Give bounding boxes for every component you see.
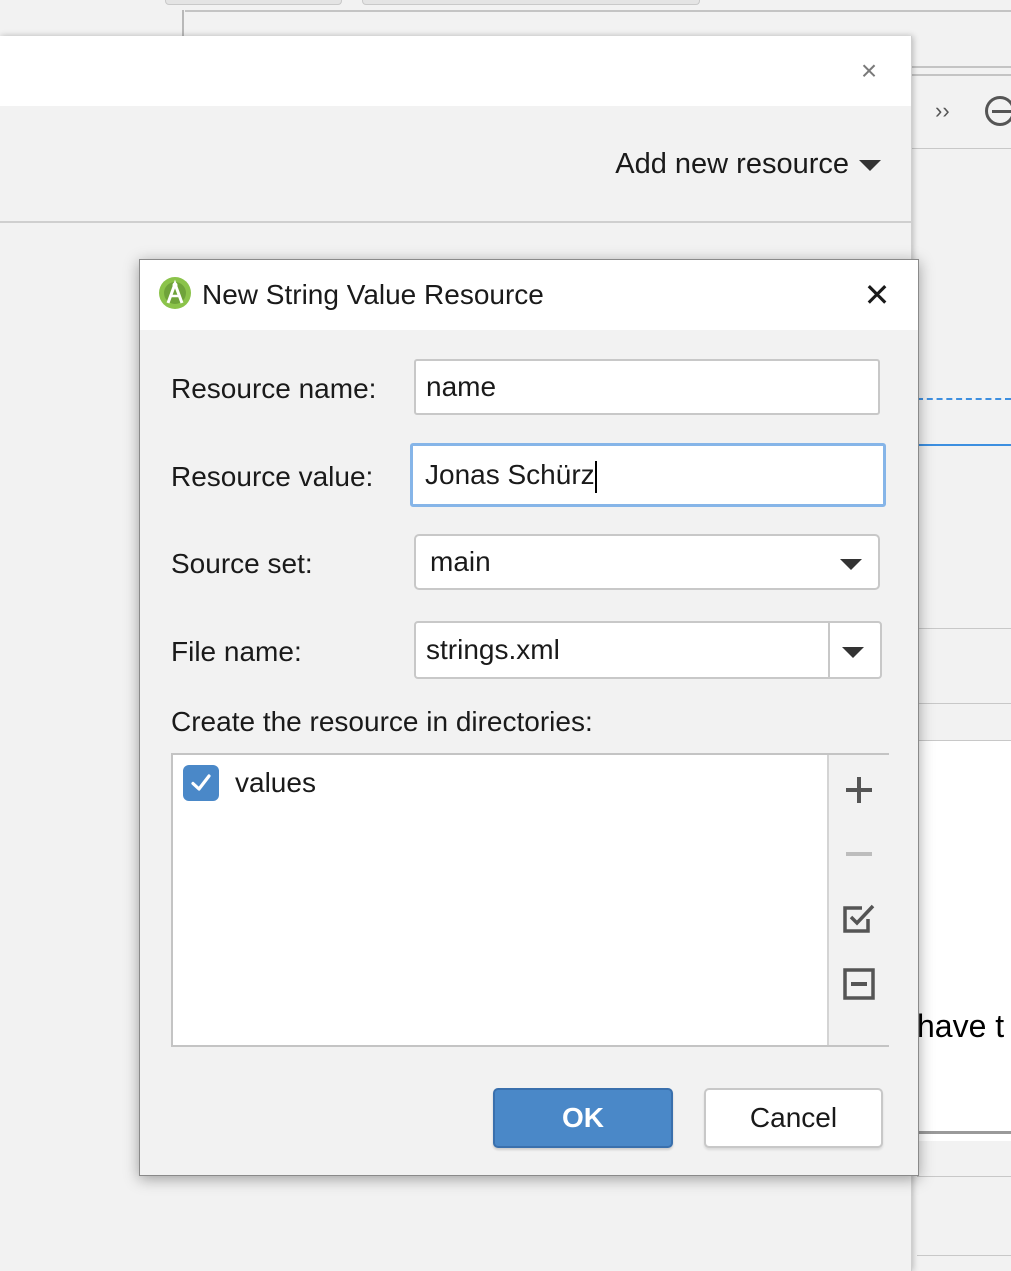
background-divider [911,66,1011,68]
values-item-label: values [235,767,316,798]
background-selection-guide [917,398,1011,400]
file-name-label: File name: [171,636,302,667]
close-icon[interactable]: × [854,56,884,86]
directories-list: values [173,755,827,1045]
collapse-icon[interactable] [985,96,1011,126]
background-editor [917,740,1011,1141]
checkmark-icon [191,774,211,791]
source-set-label: Source set: [171,548,313,579]
chevron-right-double-icon[interactable]: ›› [935,98,950,124]
background-tab [165,0,342,5]
background-divider [917,703,1011,704]
remove-icon [829,830,889,878]
chevron-down-icon [859,160,881,171]
cancel-button[interactable]: Cancel [704,1088,883,1148]
check-all-icon[interactable] [829,895,889,943]
background-divider [917,1255,1011,1256]
background-tab [362,0,700,5]
dialog-title: New String Value Resource [202,279,544,310]
source-set-value: main [430,546,491,577]
file-name-combobox[interactable]: strings.xml [414,621,882,679]
background-divider [911,148,1011,149]
background-text-snippet: have t [917,1008,1005,1044]
resource-manager-titlebar [0,36,911,106]
ok-button[interactable]: OK [493,1088,673,1148]
dialog-titlebar: New String Value Resource ✕ [140,260,918,330]
directories-toolbar [827,755,889,1045]
background-divider [185,10,1011,12]
toolbar-divider [0,221,911,223]
combo-divider [828,623,830,677]
resource-value-input[interactable]: Jonas Schürz [410,443,886,507]
close-icon[interactable]: ✕ [860,278,894,312]
chevron-down-icon[interactable] [842,647,864,658]
directories-panel: values [171,753,889,1047]
background-divider [911,74,1011,76]
file-name-value: strings.xml [426,634,560,665]
background-divider [182,10,184,36]
resource-value-label: Resource value: [171,461,374,492]
background-selection-guide [917,444,1011,446]
background-divider [917,1176,1011,1177]
resource-name-label: Resource name: [171,373,377,404]
add-icon[interactable] [829,766,889,814]
resource-value-text: Jonas Schürz [425,459,595,490]
values-checkbox[interactable] [183,765,219,801]
chevron-down-icon [840,559,862,570]
add-new-resource-label: Add new resource [615,148,849,180]
directories-label: Create the resource in directories: [171,706,593,737]
add-new-resource-dropdown[interactable]: Add new resource [615,148,881,181]
resource-name-input[interactable]: name [414,359,880,415]
text-caret [594,460,597,493]
android-studio-icon [159,277,191,309]
uncheck-all-icon[interactable] [829,960,889,1008]
source-set-dropdown[interactable]: main [414,534,880,590]
background-divider [917,1131,1011,1134]
background-divider [917,628,1011,629]
new-string-value-resource-dialog: New String Value Resource ✕ Resource nam… [139,259,919,1176]
